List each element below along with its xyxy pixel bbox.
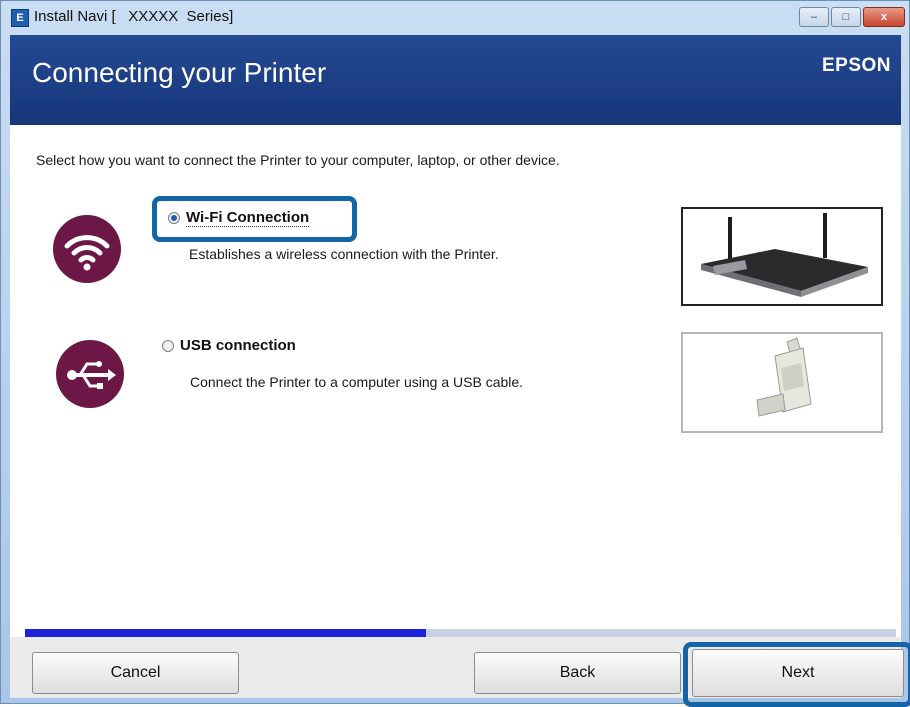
progress-bar-fill: [25, 629, 426, 637]
instruction-text: Select how you want to connect the Print…: [36, 152, 560, 168]
title-bar: E Install Navi [ XXXXX Series] – □ x: [1, 1, 909, 35]
wifi-option-description: Establishes a wireless connection with t…: [189, 246, 499, 262]
progress-bar: [25, 629, 896, 637]
usb-option-label: USB connection: [180, 337, 296, 354]
wifi-icon: [53, 215, 121, 283]
epson-app-icon: E: [11, 9, 29, 27]
wifi-option-label: Wi-Fi Connection: [186, 209, 310, 227]
installer-window: E Install Navi [ XXXXX Series] – □ x Con…: [0, 0, 910, 707]
close-button[interactable]: x: [863, 7, 905, 27]
minimize-button[interactable]: –: [799, 7, 829, 27]
usb-icon: [56, 340, 124, 408]
content-area: Connecting your Printer EPSON Select how…: [10, 35, 910, 707]
usb-cable-image: [681, 332, 883, 433]
back-button[interactable]: Back: [474, 652, 681, 694]
usb-option-description: Connect the Printer to a computer using …: [190, 374, 524, 390]
epson-logo: EPSON: [821, 55, 891, 76]
cancel-button[interactable]: Cancel: [32, 652, 239, 694]
window-controls: – □ x: [799, 7, 905, 27]
maximize-button[interactable]: □: [831, 7, 861, 27]
page-title: Connecting your Printer: [32, 57, 327, 88]
wifi-radio-button[interactable]: [168, 212, 180, 224]
window-title: Install Navi [ XXXXX Series]: [34, 8, 234, 25]
wifi-option[interactable]: Wi-Fi Connection: [168, 209, 310, 227]
page-header: Connecting your Printer EPSON: [10, 35, 901, 125]
next-button[interactable]: Next: [692, 649, 904, 697]
usb-option[interactable]: USB connection: [162, 337, 296, 354]
usb-radio-button[interactable]: [162, 339, 174, 352]
router-image: [681, 207, 883, 306]
